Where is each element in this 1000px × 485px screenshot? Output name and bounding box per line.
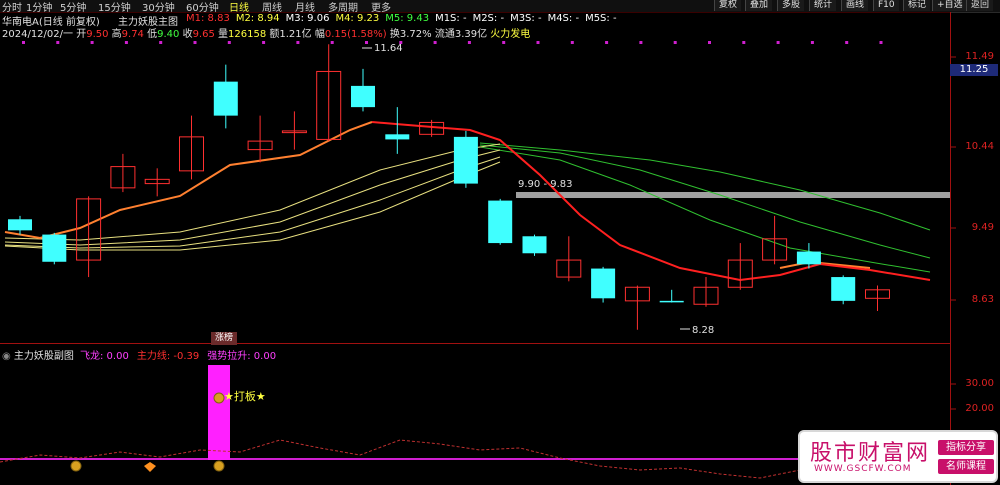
price-axis-label: 10.44: [965, 141, 994, 152]
money-bag-icon: [213, 392, 225, 404]
signal-dot: [502, 41, 506, 44]
candle-body-down: [522, 236, 547, 254]
signal-dot: [159, 41, 163, 44]
signal-dot: [296, 41, 300, 44]
signal-dot: [742, 41, 746, 44]
low-price-marker: 8.28: [692, 325, 715, 336]
signal-dot: [262, 41, 266, 44]
sub-indicator-icon: ◉: [2, 351, 11, 362]
watermark-logo: 股市财富网 WWW.GSCFW.COM 指标分享 名师课程: [798, 430, 998, 483]
signal-dot: [124, 41, 128, 44]
signal-dot: [330, 41, 334, 44]
strong-rise-bar: [208, 365, 230, 460]
signal-dot: [639, 41, 643, 44]
candle-body-down: [659, 300, 684, 303]
signal-dot: [22, 41, 25, 44]
sub-indicator-title: ◉ 主力妖股副图: [2, 347, 74, 362]
logo-url: WWW.GSCFW.COM: [814, 464, 912, 474]
price-axis-label: 9.49: [971, 222, 994, 233]
signal-dot: [845, 41, 849, 44]
candle-body-down: [42, 234, 67, 262]
sub-axis-label: 20.00: [965, 403, 994, 414]
money-bag-icon: [70, 460, 82, 472]
signal-dot: [708, 41, 711, 44]
ma-yellow-line: [4, 143, 501, 241]
teacher-course-button[interactable]: 名师课程: [938, 459, 994, 474]
signal-dot: [56, 41, 60, 44]
sub-indicator-fields: 飞龙: 0.00 主力线: -0.39 强势拉升: 0.00: [80, 347, 284, 362]
signal-dot: [673, 41, 677, 44]
signal-dot: [570, 41, 574, 44]
signal-dot: [467, 41, 471, 44]
sub-axis-label: 30.00: [965, 378, 994, 389]
sub-indicator-field: 主力线: -0.39: [136, 351, 200, 362]
candle-body-down: [831, 277, 856, 301]
gap-band: [516, 192, 950, 198]
signal-dot: [536, 41, 540, 44]
signal-dot: [365, 41, 368, 44]
sub-indicator-field: 飞龙: 0.00: [80, 351, 129, 362]
current-price-box: 11.25: [950, 64, 998, 76]
price-axis-label: 11.49: [965, 51, 994, 62]
board-signal: ★打板★: [224, 390, 266, 403]
candle-body-down: [591, 268, 616, 299]
candle-body-down: [8, 219, 32, 231]
signal-dot: [433, 41, 437, 44]
candle-body-down: [488, 200, 513, 244]
sub-indicator-field: 强势拉升: 0.00: [207, 351, 277, 362]
price-axis-label: 8.63: [971, 294, 994, 305]
gap-label: 9.90 - 9.83: [518, 179, 573, 190]
kline-chart[interactable]: [0, 0, 1000, 485]
limit-up-badge: 涨榜: [211, 332, 237, 345]
candle-body-down: [351, 85, 375, 108]
money-bag-icon: [213, 460, 225, 472]
candle-body-down: [796, 251, 821, 265]
sub-indicator-name[interactable]: 主力妖股副图: [14, 351, 74, 362]
diamond-icon: [144, 462, 156, 472]
signal-dot: [227, 41, 231, 44]
candle-body-down: [453, 136, 478, 184]
ma-green-line: [479, 144, 931, 259]
ma-yellow-line: [4, 149, 501, 246]
logo-title: 股市财富网: [810, 441, 931, 466]
high-price-marker: 11.64: [374, 43, 403, 54]
signal-dot: [810, 41, 814, 44]
signal-dot: [193, 41, 197, 44]
signal-dot: [90, 41, 94, 44]
ma-green-line: [479, 146, 931, 273]
signal-dot: [605, 41, 609, 44]
ma-yellow-line: [4, 161, 501, 251]
indicator-share-button[interactable]: 指标分享: [938, 440, 994, 455]
signal-dot: [879, 41, 883, 44]
signal-dot: [776, 41, 780, 44]
candle-body-down: [385, 134, 410, 140]
candle-body-down: [213, 81, 238, 116]
